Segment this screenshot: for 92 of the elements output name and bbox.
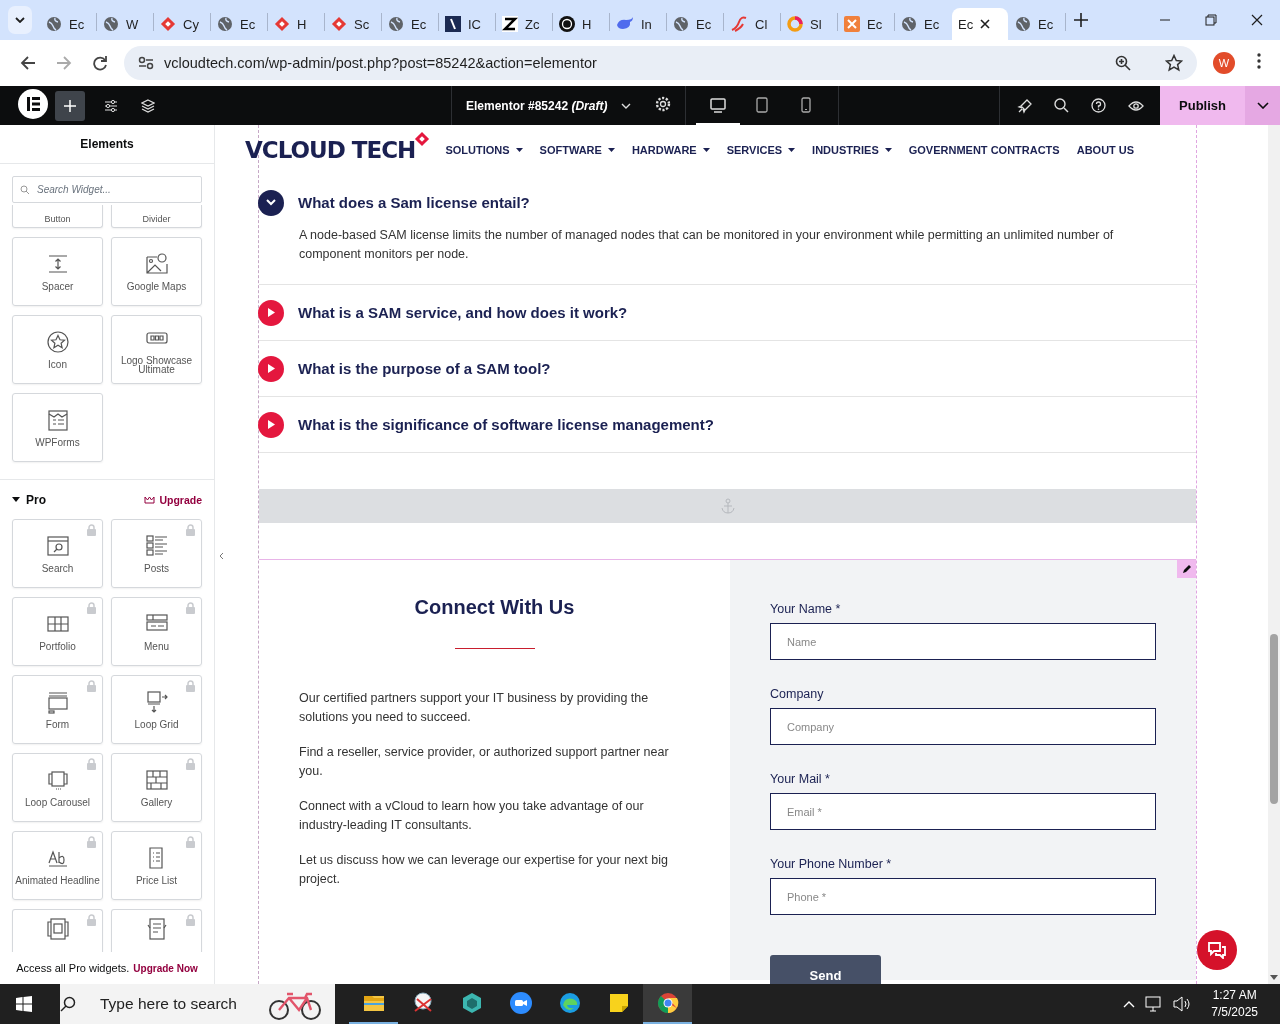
- widget-label: Logo Showcase Ultimate: [119, 355, 194, 374]
- faq-answer: A node-based SAM license limits the number of managed nodes that can be monitored in your environment while permitting an unlimited number of component monitors per node.: [299, 227, 1115, 263]
- field-label: Your Mail *: [770, 772, 831, 786]
- browser-tab[interactable]: Ec: [952, 8, 1008, 40]
- browser-tab[interactable]: Zc: [496, 8, 552, 40]
- widget-card[interactable]: Posts: [111, 519, 202, 588]
- browser-tab[interactable]: Ec: [838, 8, 894, 40]
- browser-tab[interactable]: In: [610, 8, 666, 40]
- widget-card[interactable]: Menu: [111, 597, 202, 666]
- widget-label: Price List: [135, 876, 178, 885]
- field-label: Your Phone Number *: [770, 857, 893, 871]
- browser-tab[interactable]: W: [97, 8, 153, 40]
- browser-tab[interactable]: IC: [439, 8, 495, 40]
- paragraph: Find a reseller, service provider, or authorized support partner near you.: [299, 744, 670, 780]
- banner-text: Access all Pro widgets.: [16, 962, 130, 974]
- faq-question[interactable]: What is the purpose of a SAM tool?: [298, 360, 551, 377]
- browser-tab[interactable]: Ec: [895, 8, 951, 40]
- nav-link[interactable]: HARDWARE: [631, 144, 710, 156]
- section-heading: Connect With Us: [413, 596, 576, 619]
- nav-link[interactable]: SOLUTIONS: [445, 144, 523, 156]
- browser-tab[interactable]: H: [268, 8, 324, 40]
- paragraph: Let us discuss how we can leverage our expertise for your next big project.: [299, 852, 669, 888]
- faq-question[interactable]: What does a Sam license entail?: [298, 194, 530, 211]
- faq-question[interactable]: What is the significance of software license management?: [298, 416, 714, 433]
- nav-link[interactable]: ABOUT US: [1076, 144, 1135, 156]
- widget-card[interactable]: Button: [12, 205, 103, 228]
- field-label: Company: [770, 687, 825, 701]
- widget-card[interactable]: Divider: [111, 205, 202, 228]
- widget-card[interactable]: Portfolio: [12, 597, 103, 666]
- field-label: Your Name *: [770, 602, 842, 616]
- nav-link[interactable]: GOVERNMENT CONTRACTS: [908, 144, 1060, 156]
- input-field[interactable]: Name: [770, 623, 1156, 660]
- paragraph: Connect with a vCloud to learn how you take advantage of our industry-leading IT consultants.: [299, 798, 645, 834]
- widget-card[interactable]: Form: [12, 675, 103, 744]
- widget-label: Loop Carousel: [24, 798, 90, 807]
- browser-tab[interactable]: Cy: [154, 8, 210, 40]
- paragraph: Our certified partners support your IT business by providing the solutions you need to succeed.: [299, 690, 650, 726]
- panel-title: Elements: [0, 125, 214, 164]
- widget-label: Loop Grid: [134, 720, 179, 729]
- widget-card[interactable]: Loop Carousel: [12, 753, 103, 822]
- widget-label: Form: [45, 720, 70, 729]
- input-field[interactable]: Company: [770, 708, 1156, 745]
- widget-card[interactable]: Spacer: [12, 237, 103, 306]
- taskbar-search-field[interactable]: Type here to search: [60, 984, 335, 1024]
- browser-tab[interactable]: Ec: [40, 8, 96, 40]
- widget-label: Button: [44, 214, 71, 226]
- browser-tab[interactable]: Cl: [724, 8, 780, 40]
- widget-card[interactable]: Price List: [111, 831, 202, 900]
- input-field[interactable]: Email *: [770, 793, 1156, 830]
- widget-label: Portfolio: [39, 642, 76, 651]
- site-logo[interactable]: VCLOUD TECH: [245, 137, 416, 163]
- browser-tab[interactable]: Sl: [781, 8, 837, 40]
- widget-label: Divider: [142, 214, 171, 226]
- widget-card[interactable]: Gallery: [111, 753, 202, 822]
- widget-label: Icon: [48, 360, 67, 369]
- browser-tab[interactable]: Ec: [667, 8, 723, 40]
- upgrade-link[interactable]: Upgrade: [144, 494, 202, 506]
- widget-label: Posts: [144, 564, 169, 573]
- widget-card[interactable]: Logo Showcase Ultimate: [111, 315, 202, 384]
- widget-card[interactable]: Loop Grid: [111, 675, 202, 744]
- widget-label: Menu: [144, 642, 169, 651]
- search-field[interactable]: Search Widget...: [12, 176, 202, 203]
- browser-tab[interactable]: Sc: [325, 8, 381, 40]
- input-field[interactable]: Phone *: [770, 878, 1156, 915]
- widget-label: Search: [41, 564, 74, 573]
- widget-card[interactable]: WPForms: [12, 393, 103, 462]
- widget-label: Spacer: [41, 282, 74, 291]
- browser-tab[interactable]: Ec: [1009, 8, 1065, 40]
- widget-label: WPForms: [35, 438, 80, 447]
- widget-card[interactable]: Search: [12, 519, 103, 588]
- address-bar[interactable]: vcloudtech.com/wp-admin/post.php?post=85242&action=elementor: [124, 46, 1197, 80]
- browser-tab[interactable]: H: [553, 8, 609, 40]
- nav-link[interactable]: SERVICES: [726, 144, 796, 156]
- document-title[interactable]: Elementor #85242 (Draft): [466, 98, 608, 113]
- faq-question[interactable]: What is a SAM service, and how does it work?: [298, 304, 628, 321]
- browser-tab[interactable]: Ec: [211, 8, 267, 40]
- nav-link[interactable]: INDUSTRIES: [812, 144, 892, 156]
- widget-card[interactable]: Icon: [12, 315, 103, 384]
- url-text: vcloudtech.com/wp-admin/post.php?post=85242&action=elementor: [164, 55, 598, 71]
- upgrade-now-link[interactable]: Upgrade Now: [133, 962, 198, 974]
- widget-card[interactable]: Animated Headline: [12, 831, 103, 900]
- widget-card[interactable]: Google Maps: [111, 237, 202, 306]
- widget-label: Animated Headline: [15, 876, 100, 885]
- browser-tab[interactable]: Ec: [382, 8, 438, 40]
- profile-avatar[interactable]: W: [1213, 52, 1235, 74]
- widget-label: Gallery: [140, 798, 173, 807]
- section-title[interactable]: Pro: [26, 493, 46, 507]
- taskbar-clock[interactable]: 1:27 AM 7/5/2025: [1211, 987, 1258, 1021]
- nav-link[interactable]: SOFTWARE: [539, 144, 615, 156]
- send-button[interactable]: Send: [770, 955, 881, 984]
- widget-label: Google Maps: [126, 282, 187, 291]
- publish-button[interactable]: Publish: [1160, 86, 1245, 125]
